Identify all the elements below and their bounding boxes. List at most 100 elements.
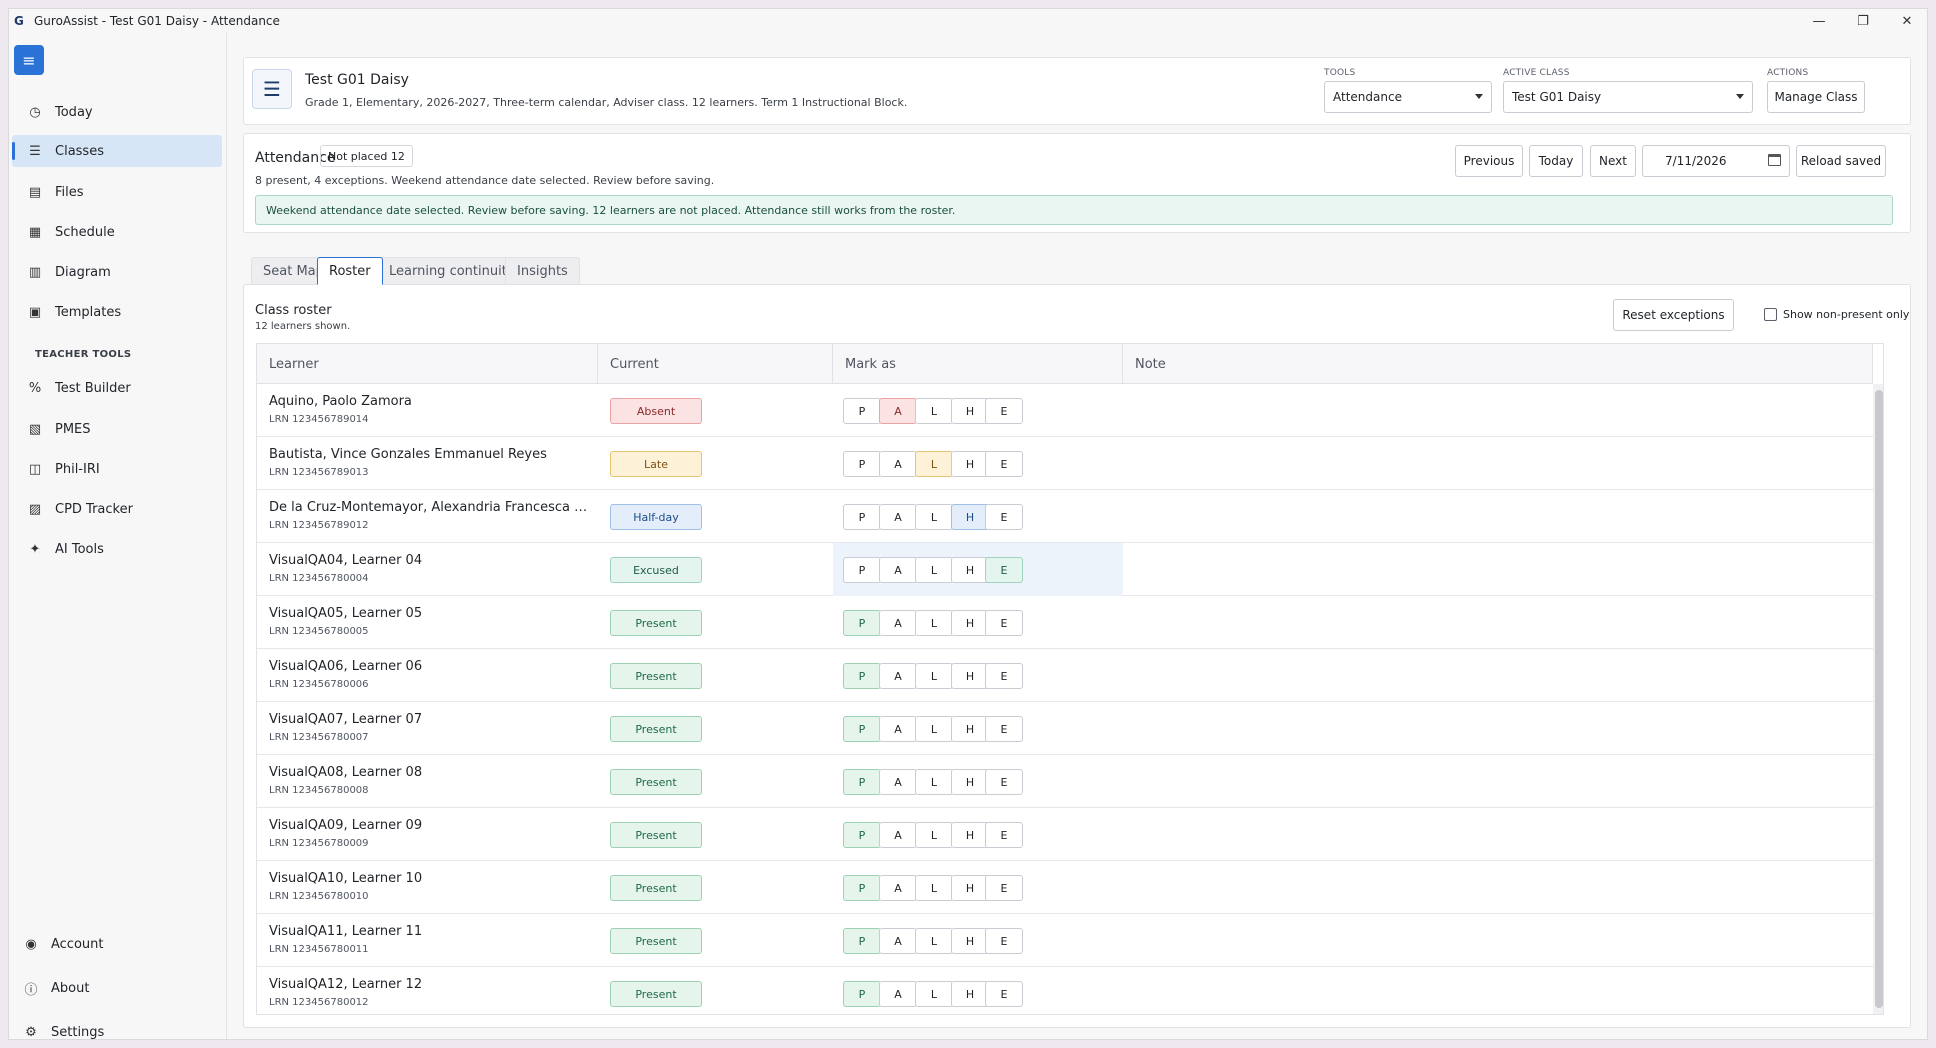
mark-h-button[interactable]: H [951, 769, 989, 795]
mark-e-button[interactable]: E [985, 928, 1023, 954]
mark-a-button[interactable]: A [879, 504, 917, 530]
mark-l-button[interactable]: L [915, 716, 953, 742]
mark-e-button[interactable]: E [985, 557, 1023, 583]
note-cell[interactable] [1123, 914, 1873, 967]
mark-e-button[interactable]: E [985, 822, 1023, 848]
mark-h-button[interactable]: H [951, 981, 989, 1007]
mark-p-button[interactable]: P [843, 875, 881, 901]
reset-exceptions-button[interactable]: Reset exceptions [1613, 299, 1734, 331]
sidebar-item-pmes[interactable]: ▧ PMES [12, 413, 222, 445]
mark-l-button[interactable]: L [915, 822, 953, 848]
note-cell[interactable] [1123, 808, 1873, 861]
sidebar-item-templates[interactable]: ▣ Templates [12, 296, 222, 328]
mark-h-button[interactable]: H [951, 928, 989, 954]
next-button[interactable]: Next [1590, 145, 1636, 177]
mark-h-button[interactable]: H [951, 610, 989, 636]
mark-l-button[interactable]: L [915, 610, 953, 636]
sidebar-item-account[interactable]: ◉ Account [12, 928, 222, 960]
tab-insights[interactable]: Insights [505, 257, 580, 285]
mark-p-button[interactable]: P [843, 981, 881, 1007]
sidebar-item-ai-tools[interactable]: ✦ AI Tools [12, 533, 222, 565]
mark-p-button[interactable]: P [843, 928, 881, 954]
mark-h-button[interactable]: H [951, 557, 989, 583]
note-cell[interactable] [1123, 702, 1873, 755]
mark-a-button[interactable]: A [879, 557, 917, 583]
note-cell[interactable] [1123, 437, 1873, 490]
tab-roster[interactable]: Roster [317, 257, 383, 285]
mark-p-button[interactable]: P [843, 769, 881, 795]
mark-l-button[interactable]: L [915, 398, 953, 424]
mark-a-button[interactable]: A [879, 451, 917, 477]
note-cell[interactable] [1123, 543, 1873, 596]
manage-class-button[interactable]: Manage Class [1767, 81, 1865, 113]
sidebar-item-classes[interactable]: ☰ Classes [12, 135, 222, 167]
mark-a-button[interactable]: A [879, 663, 917, 689]
mark-e-button[interactable]: E [985, 981, 1023, 1007]
sidebar-item-schedule[interactable]: ▦ Schedule [12, 216, 222, 248]
mark-a-button[interactable]: A [879, 398, 917, 424]
sidebar-item-today[interactable]: ◷ Today [12, 96, 222, 128]
mark-a-button[interactable]: A [879, 875, 917, 901]
note-cell[interactable] [1123, 755, 1873, 808]
mark-h-button[interactable]: H [951, 451, 989, 477]
mark-a-button[interactable]: A [879, 716, 917, 742]
mark-e-button[interactable]: E [985, 875, 1023, 901]
reload-saved-button[interactable]: Reload saved [1796, 145, 1886, 177]
sidebar-item-phil-iri[interactable]: ◫ Phil-IRI [12, 453, 222, 485]
mark-l-button[interactable]: L [915, 981, 953, 1007]
sidebar-item-diagram[interactable]: ▥ Diagram [12, 256, 222, 288]
mark-p-button[interactable]: P [843, 822, 881, 848]
previous-button[interactable]: Previous [1455, 145, 1523, 177]
mark-l-button[interactable]: L [915, 663, 953, 689]
mark-l-button[interactable]: L [915, 451, 953, 477]
mark-h-button[interactable]: H [951, 822, 989, 848]
mark-e-button[interactable]: E [985, 451, 1023, 477]
mark-p-button[interactable]: P [843, 610, 881, 636]
scrollbar-thumb[interactable] [1875, 390, 1883, 1008]
mark-p-button[interactable]: P [843, 451, 881, 477]
mark-h-button[interactable]: H [951, 716, 989, 742]
mark-e-button[interactable]: E [985, 610, 1023, 636]
mark-p-button[interactable]: P [843, 663, 881, 689]
note-cell[interactable] [1123, 861, 1873, 914]
close-button[interactable]: ✕ [1885, 9, 1927, 33]
active-class-dropdown[interactable]: Test G01 Daisy [1503, 81, 1753, 113]
mark-l-button[interactable]: L [915, 875, 953, 901]
sidebar-item-settings[interactable]: ⚙ Settings [12, 1016, 222, 1040]
mark-l-button[interactable]: L [915, 504, 953, 530]
mark-p-button[interactable]: P [843, 398, 881, 424]
date-picker[interactable]: 7/11/2026 [1642, 145, 1790, 177]
note-cell[interactable] [1123, 384, 1873, 437]
mark-l-button[interactable]: L [915, 928, 953, 954]
mark-a-button[interactable]: A [879, 610, 917, 636]
mark-h-button[interactable]: H [951, 398, 989, 424]
note-cell[interactable] [1123, 967, 1873, 1014]
note-cell[interactable] [1123, 649, 1873, 702]
mark-e-button[interactable]: E [985, 504, 1023, 530]
mark-l-button[interactable]: L [915, 769, 953, 795]
mark-p-button[interactable]: P [843, 557, 881, 583]
tools-dropdown[interactable]: Attendance [1324, 81, 1492, 113]
mark-h-button[interactable]: H [951, 663, 989, 689]
minimize-button[interactable]: — [1797, 9, 1841, 33]
note-cell[interactable] [1123, 596, 1873, 649]
mark-l-button[interactable]: L [915, 557, 953, 583]
show-non-present-checkbox[interactable] [1764, 308, 1777, 321]
mark-a-button[interactable]: A [879, 928, 917, 954]
mark-a-button[interactable]: A [879, 822, 917, 848]
mark-e-button[interactable]: E [985, 398, 1023, 424]
vertical-scrollbar[interactable] [1873, 384, 1883, 1014]
menu-toggle-button[interactable]: ≡ [14, 45, 44, 75]
mark-p-button[interactable]: P [843, 716, 881, 742]
mark-a-button[interactable]: A [879, 769, 917, 795]
sidebar-item-files[interactable]: ▤ Files [12, 176, 222, 208]
mark-h-button[interactable]: H [951, 875, 989, 901]
mark-p-button[interactable]: P [843, 504, 881, 530]
mark-e-button[interactable]: E [985, 769, 1023, 795]
sidebar-item-test-builder[interactable]: % Test Builder [12, 372, 222, 404]
mark-a-button[interactable]: A [879, 981, 917, 1007]
restore-button[interactable]: ❐ [1841, 9, 1885, 33]
note-cell[interactable] [1123, 490, 1873, 543]
today-button[interactable]: Today [1529, 145, 1583, 177]
sidebar-item-about[interactable]: ⓘ About [12, 972, 222, 1004]
